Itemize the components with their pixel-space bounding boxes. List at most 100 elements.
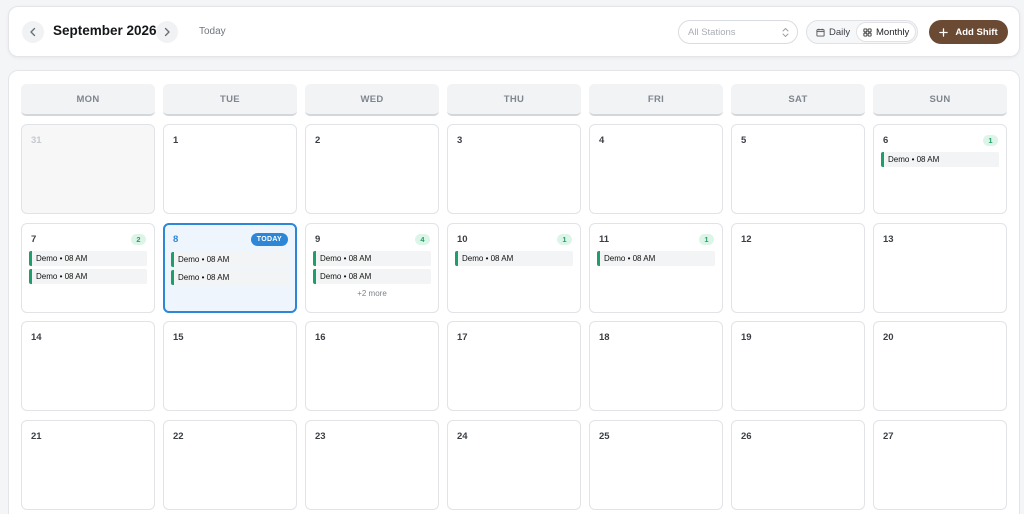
date-number: 19 <box>741 332 752 343</box>
day-cell[interactable]: 23 <box>305 420 439 510</box>
day-cell[interactable]: 6 1 Demo • 08 AM <box>873 124 1007 214</box>
day-cell[interactable]: 27 <box>873 420 1007 510</box>
day-cell[interactable]: 5 <box>731 124 865 214</box>
monthly-view-button[interactable]: Monthly <box>857 23 916 41</box>
calendar-toolbar: September 2026 Today All Stations Daily … <box>8 6 1020 57</box>
day-cell[interactable]: 14 <box>21 321 155 411</box>
select-arrows-icon <box>782 28 789 37</box>
weekday-header-5: SAT <box>731 84 865 116</box>
add-shift-label: Add Shift <box>955 26 998 38</box>
day-cell[interactable]: 12 <box>731 223 865 313</box>
chevron-left-icon <box>30 27 36 37</box>
shift-event[interactable]: Demo • 08 AM <box>881 152 999 167</box>
date-number: 20 <box>883 332 894 343</box>
date-number: 9 <box>315 234 321 245</box>
shift-event[interactable]: Demo • 08 AM <box>29 251 147 266</box>
day-cell[interactable]: 22 <box>163 420 297 510</box>
day-cell[interactable]: 31 <box>21 124 155 214</box>
date-number: 13 <box>883 234 894 245</box>
date-number: 17 <box>457 332 468 343</box>
date-number: 1 <box>173 135 179 146</box>
day-cell[interactable]: 13 <box>873 223 1007 313</box>
day-cell[interactable]: 3 <box>447 124 581 214</box>
day-cell[interactable]: 20 <box>873 321 1007 411</box>
day-cell[interactable]: 10 1 Demo • 08 AM <box>447 223 581 313</box>
day-cell[interactable]: 26 <box>731 420 865 510</box>
shift-event[interactable]: Demo • 08 AM <box>171 252 289 267</box>
shift-count-badge: 1 <box>983 135 998 146</box>
day-cell[interactable]: 7 2 Demo • 08 AM Demo • 08 AM <box>21 223 155 313</box>
grid-icon <box>863 27 872 37</box>
day-cell[interactable]: 25 <box>589 420 723 510</box>
date-number: 6 <box>883 135 889 146</box>
date-number: 8 <box>173 234 179 245</box>
station-select[interactable]: All Stations <box>678 20 798 44</box>
shift-event[interactable]: Demo • 08 AM <box>171 270 289 285</box>
date-number: 4 <box>599 135 605 146</box>
day-cell[interactable]: 9 4 Demo • 08 AM Demo • 08 AM +2 more <box>305 223 439 313</box>
shift-event[interactable]: Demo • 08 AM <box>313 269 431 284</box>
date-number: 10 <box>457 234 468 245</box>
date-number: 27 <box>883 431 894 442</box>
day-cell[interactable]: 17 <box>447 321 581 411</box>
date-number: 3 <box>457 135 463 146</box>
daily-view-label: Daily <box>829 26 851 38</box>
shift-count-badge: 1 <box>557 234 572 245</box>
shift-event[interactable]: Demo • 08 AM <box>29 269 147 284</box>
day-cell[interactable]: 1 <box>163 124 297 214</box>
date-number: 12 <box>741 234 752 245</box>
day-cell[interactable]: 11 1 Demo • 08 AM <box>589 223 723 313</box>
date-number: 7 <box>31 234 37 245</box>
day-cell[interactable]: 19 <box>731 321 865 411</box>
daily-view-button[interactable]: Daily <box>810 23 856 41</box>
day-cell[interactable]: 2 <box>305 124 439 214</box>
weekday-header-1: TUE <box>163 84 297 116</box>
shift-event[interactable]: Demo • 08 AM <box>597 251 715 266</box>
date-number: 15 <box>173 332 184 343</box>
chevron-right-icon <box>164 27 170 37</box>
calendar-icon <box>816 28 825 37</box>
date-number: 23 <box>315 431 326 442</box>
date-number: 16 <box>315 332 326 343</box>
more-events-link[interactable]: +2 more <box>306 289 438 298</box>
plus-icon <box>939 27 949 37</box>
date-number: 18 <box>599 332 610 343</box>
date-number: 25 <box>599 431 610 442</box>
date-number: 11 <box>599 234 610 245</box>
shift-event[interactable]: Demo • 08 AM <box>455 251 573 266</box>
month-calendar-grid: MON TUE WED THU FRI SAT SUN 31 1 2 3 4 5 6 1 Demo • 08 … <box>8 70 1020 514</box>
station-select-placeholder: All Stations <box>688 27 736 38</box>
date-number: 24 <box>457 431 468 442</box>
date-number: 14 <box>31 332 42 343</box>
today-button[interactable]: Today <box>199 26 226 37</box>
previous-month-button[interactable] <box>22 21 44 43</box>
day-cell[interactable]: 16 <box>305 321 439 411</box>
view-toggle: Daily Monthly <box>806 20 918 44</box>
date-number: 31 <box>31 135 42 146</box>
weekday-header-4: FRI <box>589 84 723 116</box>
date-number: 26 <box>741 431 752 442</box>
weekday-header-3: THU <box>447 84 581 116</box>
day-cell-today[interactable]: 8 TODAY Demo • 08 AM Demo • 08 AM <box>163 223 297 313</box>
day-cell[interactable]: 4 <box>589 124 723 214</box>
today-badge: TODAY <box>250 233 288 246</box>
shift-count-badge: 4 <box>415 234 430 245</box>
month-title: September 2026 <box>53 23 157 38</box>
weekday-header-0: MON <box>21 84 155 116</box>
shift-event[interactable]: Demo • 08 AM <box>313 251 431 266</box>
date-number: 2 <box>315 135 321 146</box>
day-cell[interactable]: 24 <box>447 420 581 510</box>
day-cell[interactable]: 21 <box>21 420 155 510</box>
monthly-view-label: Monthly <box>876 26 910 38</box>
weekday-header-6: SUN <box>873 84 1007 116</box>
weekday-header-2: WED <box>305 84 439 116</box>
day-cell[interactable]: 18 <box>589 321 723 411</box>
next-month-button[interactable] <box>156 21 178 43</box>
add-shift-button[interactable]: Add Shift <box>929 20 1008 44</box>
day-cell[interactable]: 15 <box>163 321 297 411</box>
date-number: 21 <box>31 431 42 442</box>
date-number: 22 <box>173 431 184 442</box>
shift-count-badge: 2 <box>131 234 146 245</box>
date-number: 5 <box>741 135 747 146</box>
shift-count-badge: 1 <box>699 234 714 245</box>
